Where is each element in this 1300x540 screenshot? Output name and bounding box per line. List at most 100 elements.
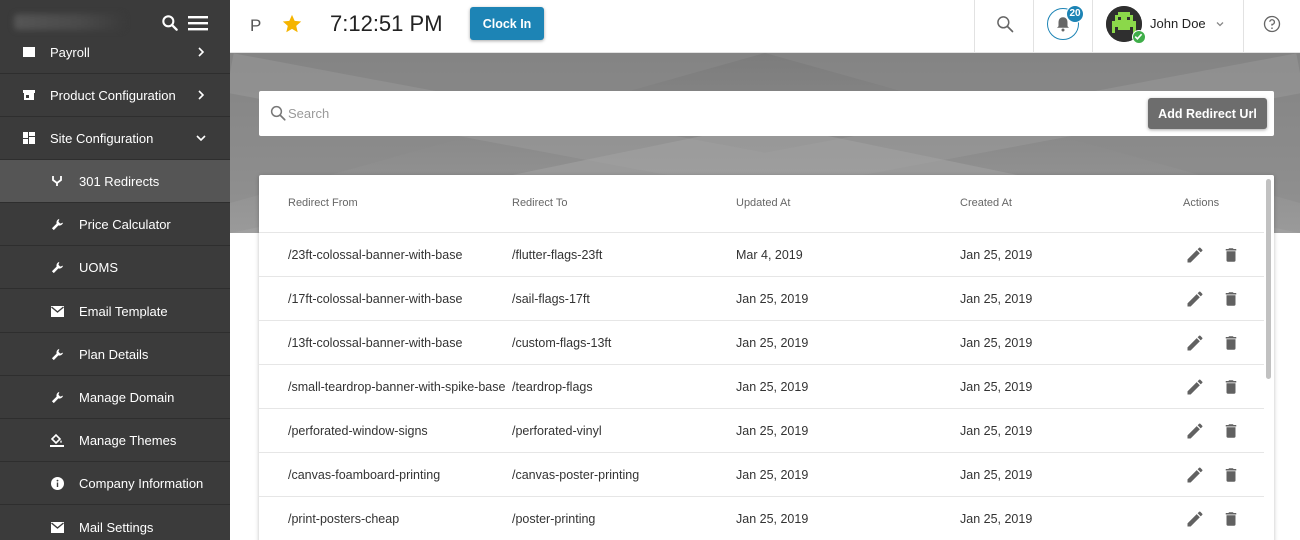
sidebar-item-manage-domain[interactable]: Manage Domain [0,376,230,419]
sidebar-item-label: Payroll [50,44,90,60]
search-input[interactable] [288,103,588,123]
wrench-icon [50,217,64,231]
column-header-updated-at[interactable]: Updated At [736,197,790,209]
star-icon[interactable] [281,13,303,35]
online-status-icon [1132,30,1146,44]
sidebar-item-email-template[interactable]: Email Template [0,290,230,333]
add-redirect-url-button[interactable]: Add Redirect Url [1148,98,1267,129]
mail-icon [50,520,64,534]
chevron-down-icon[interactable] [1215,19,1225,29]
table-row[interactable]: /perforated-window-signs/perforated-viny… [259,409,1264,453]
delete-icon[interactable] [1222,333,1240,353]
sidebar-item-301-redirects[interactable]: 301 Redirects [0,160,230,203]
sidebar-item-company-information[interactable]: Company Information [0,462,230,505]
column-header-redirect-from[interactable]: Redirect From [288,197,358,209]
table-row[interactable]: /print-posters-cheap/poster-printing Jan … [259,497,1264,540]
sidebar-item-manage-themes[interactable]: Manage Themes [0,419,230,462]
divider [974,0,975,53]
mail-icon [50,304,64,318]
created-at-cell: Jan 25, 2019 [960,380,1033,394]
updated-at-cell: Jan 25, 2019 [736,380,809,394]
redirect-to-cell: /custom-flags-13ft [512,336,612,350]
wrench-icon [50,390,64,404]
edit-icon[interactable] [1185,421,1205,441]
delete-icon[interactable] [1222,421,1240,441]
redirect-from-cell: /print-posters-cheap [288,512,400,526]
search-icon[interactable] [160,13,180,33]
wrench-icon [50,347,64,361]
menu-icon[interactable] [188,15,208,31]
redirects-table: Redirect From Redirect To Updated At Cre… [259,175,1274,540]
updated-at-cell: Jan 25, 2019 [736,512,809,526]
search-icon[interactable] [995,14,1015,34]
redirect-from-cell: /13ft-colossal-banner-with-base [288,336,463,350]
delete-icon[interactable] [1222,289,1240,309]
notifications-button[interactable]: 20 [1047,5,1084,40]
initial-label[interactable]: P [250,16,261,36]
delete-icon[interactable] [1222,377,1240,397]
sidebar-item-product-configuration[interactable]: Product Configuration [0,74,230,117]
divider [1092,0,1093,53]
updated-at-cell: Jan 25, 2019 [736,292,809,306]
delete-icon[interactable] [1222,465,1240,485]
notification-count-badge: 20 [1066,5,1084,23]
table-row[interactable]: /17ft-colossal-banner-with-base/sail-fla… [259,277,1264,321]
sidebar-item-label: UOMS [79,259,118,275]
edit-icon[interactable] [1185,465,1205,485]
table-row[interactable]: /13ft-colossal-banner-with-base/custom-f… [259,321,1264,365]
column-header-created-at: Created At [960,197,1012,209]
table-header: Redirect From Redirect To Updated At Cre… [259,175,1264,233]
edit-icon[interactable] [1185,509,1205,529]
column-header-actions: Actions [1183,197,1220,209]
edit-icon[interactable] [1185,377,1205,397]
sidebar-item-label: Product Configuration [50,87,176,103]
user-name[interactable]: John Doe [1150,16,1206,31]
edit-icon[interactable] [1185,333,1205,353]
sidebar-item-site-configuration[interactable]: Site Configuration [0,117,230,160]
created-at-cell: Jan 25, 2019 [960,512,1033,526]
scrollbar[interactable] [1266,179,1271,379]
clock-time: 7:12:51 PM [330,11,443,36]
sidebar-item-price-calculator[interactable]: Price Calculator [0,203,230,246]
redirect-to-cell: /poster-printing [512,512,596,526]
chevron-right-icon [198,90,205,100]
chevron-down-icon [196,135,206,142]
sidebar-item-plan-details[interactable]: Plan Details [0,333,230,376]
brand-logo [14,14,124,30]
table-row[interactable]: /small-teardrop-banner-with-spike-base/t… [259,365,1264,409]
sidebar-item-label: 301 Redirects [79,173,160,189]
created-at-cell: Jan 25, 2019 [960,248,1033,262]
store-icon [22,88,36,102]
redirect-icon [50,174,64,188]
sidebar-item-label: Email Template [79,303,168,319]
sidebar-item-label: Site Configuration [50,130,154,146]
redirect-from-cell: /small-teardrop-banner-with-spike-base [288,380,506,394]
payroll-icon [22,45,36,59]
divider [1243,0,1244,53]
created-at-cell: Jan 25, 2019 [960,424,1033,438]
redirect-to-cell: /canvas-poster-printing [512,468,640,482]
wrench-icon [50,260,64,274]
edit-icon[interactable] [1185,245,1205,265]
sidebar-item-mail-settings[interactable]: Mail Settings [0,506,230,540]
table-row[interactable]: /23ft-colossal-banner-with-base/flutter-… [259,233,1264,277]
redirect-from-cell: /canvas-foamboard-printing [288,468,441,482]
help-icon[interactable] [1262,14,1282,34]
updated-at-cell: Jan 25, 2019 [736,336,809,350]
sidebar-item-label: Manage Themes [79,432,177,448]
sidebar-item-uoms[interactable]: UOMS [0,246,230,289]
delete-icon[interactable] [1222,509,1240,529]
search-bar: Add Redirect Url [259,91,1274,136]
sidebar-item-payroll[interactable]: Payroll [0,31,230,74]
redirect-from-cell: /17ft-colossal-banner-with-base [288,292,463,306]
clock-in-button[interactable]: Clock In [470,7,544,40]
paint-bucket-icon [50,433,64,447]
delete-icon[interactable] [1222,245,1240,265]
created-at-cell: Jan 25, 2019 [960,292,1033,306]
edit-icon[interactable] [1185,289,1205,309]
column-header-redirect-to[interactable]: Redirect To [512,197,567,209]
table-row[interactable]: /canvas-foamboard-printing/canvas-poster… [259,453,1264,497]
search-icon [270,105,286,121]
sidebar-item-label: Plan Details [79,346,149,362]
top-bar: P 7:12:51 PM Clock In 20 John Doe [230,0,1300,53]
